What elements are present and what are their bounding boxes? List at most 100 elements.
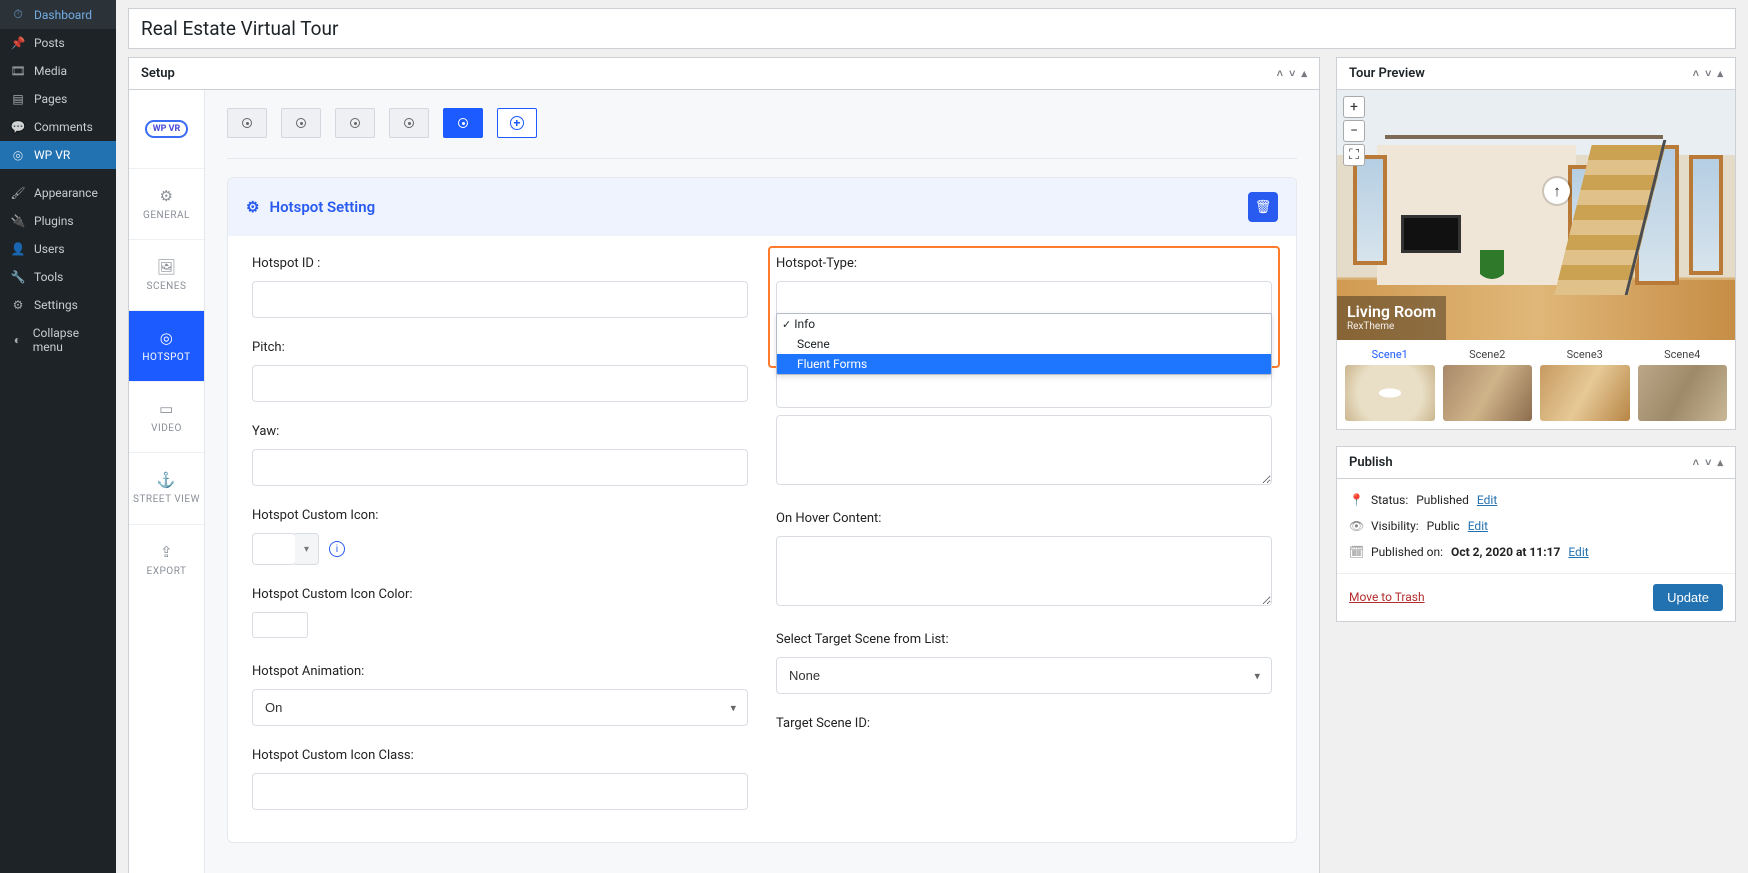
vr-icon: ◎ <box>10 148 26 162</box>
tab-streetview[interactable]: ⚓ STREET VIEW <box>129 452 204 524</box>
option-fluent[interactable]: Fluent Forms <box>777 354 1271 374</box>
wpvr-logo: WP VR <box>129 90 204 168</box>
tab-video[interactable]: ▭ VIDEO <box>129 381 204 452</box>
menu-posts[interactable]: 📌Posts <box>0 29 116 57</box>
menu-dashboard[interactable]: ⏱Dashboard <box>0 0 116 29</box>
pin-icon: 📌 <box>10 36 26 50</box>
menu-media[interactable]: 🎞Media <box>0 57 116 85</box>
thumb-scene4[interactable]: Scene4 <box>1638 348 1728 421</box>
panel-toggle-icon[interactable]: ▴ <box>1717 456 1723 469</box>
panel-down-icon[interactable]: ˅ <box>1289 67 1295 80</box>
edit-visibility-link[interactable]: Edit <box>1468 519 1488 533</box>
menu-users[interactable]: 👤Users <box>0 235 116 263</box>
hotspot-pill-3[interactable] <box>335 108 375 138</box>
trash-icon: 🗑 <box>1255 200 1272 215</box>
zoom-in-button[interactable]: + <box>1343 96 1365 118</box>
thumb-scene1[interactable]: Scene1 <box>1345 348 1435 421</box>
image-icon: 🖼 <box>157 258 177 276</box>
icon-picker-caret[interactable]: ▾ <box>295 533 319 565</box>
calendar-icon: 🗓 <box>1349 545 1363 559</box>
tab-scenes[interactable]: 🖼 SCENES <box>129 239 204 310</box>
field-onhover: On Hover Content: <box>776 511 1272 610</box>
menu-collapse[interactable]: ◐Collapse menu <box>0 319 116 361</box>
hotspot-pill-1[interactable] <box>227 108 267 138</box>
wp-admin-sidebar: ⏱Dashboard 📌Posts 🎞Media ▤Pages 💬Comment… <box>0 0 116 873</box>
option-scene[interactable]: Scene <box>777 334 1271 354</box>
menu-comments[interactable]: 💬Comments <box>0 113 116 141</box>
icon-color-swatch[interactable] <box>252 612 308 638</box>
menu-plugins[interactable]: 🔌Plugins <box>0 207 116 235</box>
url-input[interactable] <box>776 371 1272 408</box>
panel-toggle-icon[interactable]: ▴ <box>1717 67 1723 80</box>
menu-settings[interactable]: ⚙Settings <box>0 291 116 319</box>
panel-up-icon[interactable]: ˄ <box>1693 67 1699 80</box>
target-icon: ◎ <box>160 329 174 347</box>
hotspot-pill-5[interactable] <box>443 108 483 138</box>
animation-select[interactable]: On <box>252 689 748 726</box>
panel-up-icon[interactable]: ˄ <box>1277 67 1283 80</box>
scene-thumbs: Scene1 Scene2 Scene3 Scene4 <box>1337 340 1735 429</box>
publish-status: 📍 Status: Published Edit <box>1349 487 1723 513</box>
zoom-out-button[interactable]: − <box>1343 120 1365 142</box>
tab-general[interactable]: ⚙ GENERAL <box>129 168 204 239</box>
field-yaw: Yaw: <box>252 424 748 486</box>
tab-export[interactable]: ⇪ EXPORT <box>129 524 204 595</box>
onhover-textarea[interactable] <box>776 536 1272 606</box>
menu-appearance[interactable]: 🖌Appearance <box>0 179 116 207</box>
edit-date-link[interactable]: Edit <box>1568 545 1588 559</box>
thumb-scene2[interactable]: Scene2 <box>1443 348 1533 421</box>
hotspot-card: ⚙ Hotspot Setting 🗑 <box>227 177 1297 843</box>
hotspot-id-input[interactable] <box>252 281 748 318</box>
gear-icon: ⚙ <box>246 198 259 216</box>
icon-class-input[interactable] <box>252 773 748 810</box>
preview-panel-title: Tour Preview <box>1349 66 1425 81</box>
setup-panel-title: Setup <box>141 66 175 81</box>
hotspot-pill-2[interactable] <box>281 108 321 138</box>
edit-status-link[interactable]: Edit <box>1477 493 1497 507</box>
thumb-scene3[interactable]: Scene3 <box>1540 348 1630 421</box>
panel-toggle-icon[interactable]: ▴ <box>1301 67 1307 80</box>
field-hotspot-id: Hotspot ID : <box>252 256 748 318</box>
menu-pages[interactable]: ▤Pages <box>0 85 116 113</box>
pin-icon: 📍 <box>1349 493 1363 507</box>
hotspot-delete-button[interactable]: 🗑 <box>1248 192 1278 222</box>
hotspot-add-button[interactable] <box>497 108 537 138</box>
field-custom-icon: Hotspot Custom Icon: ▾ i <box>252 508 748 565</box>
sliders-icon: ⚙ <box>10 298 26 312</box>
update-button[interactable]: Update <box>1653 584 1723 611</box>
publish-visibility: 👁 Visibility: Public Edit <box>1349 513 1723 539</box>
field-icon-color: Hotspot Custom Icon Color: <box>252 587 748 642</box>
yaw-input[interactable] <box>252 449 748 486</box>
anchor-icon: ⚓ <box>157 471 176 489</box>
media-icon: 🎞 <box>10 64 26 78</box>
gear-icon: ⚙ <box>160 187 174 205</box>
panel-down-icon[interactable]: ˅ <box>1705 456 1711 469</box>
panel-down-icon[interactable]: ˅ <box>1705 67 1711 80</box>
menu-wpvr[interactable]: ◎WP VR <box>0 141 116 169</box>
field-target-list: Select Target Scene from List: None <box>776 632 1272 694</box>
hotspot-marker[interactable]: ↑ <box>1544 178 1570 204</box>
room-author: RexTheme <box>1347 321 1436 332</box>
room-name: Living Room <box>1347 302 1436 321</box>
onclick-textarea[interactable] <box>776 415 1272 485</box>
info-icon[interactable]: i <box>329 541 345 557</box>
option-info[interactable]: Info <box>777 314 1271 334</box>
plug-icon: 🔌 <box>10 214 26 228</box>
tab-hotspot[interactable]: ◎ HOTSPOT <box>129 310 204 381</box>
fullscreen-button[interactable]: ⛶ <box>1343 144 1365 166</box>
tour-preview-viewport[interactable]: + − ⛶ ↑ Living Room RexTheme <box>1337 90 1735 340</box>
hotspot-type-dropdown: Info Scene Fluent Forms <box>776 313 1272 375</box>
move-to-trash-link[interactable]: Move to Trash <box>1349 590 1425 604</box>
field-target-id: Target Scene ID: <box>776 716 1272 731</box>
publish-panel-title: Publish <box>1349 455 1393 470</box>
menu-tools[interactable]: 🔧Tools <box>0 263 116 291</box>
comment-icon: 💬 <box>10 120 26 134</box>
target-scene-select[interactable]: None <box>776 657 1272 694</box>
publish-panel: Publish ˄ ˅ ▴ 📍 Status: Published Edit <box>1336 446 1736 622</box>
panel-up-icon[interactable]: ˄ <box>1693 456 1699 469</box>
icon-picker[interactable] <box>252 533 296 565</box>
setup-panel: Setup ˄ ˅ ▴ WP VR ⚙ <box>128 57 1320 873</box>
publish-date: 🗓 Published on: Oct 2, 2020 at 11:17 Edi… <box>1349 539 1723 565</box>
hotspot-pill-4[interactable] <box>389 108 429 138</box>
pitch-input[interactable] <box>252 365 748 402</box>
